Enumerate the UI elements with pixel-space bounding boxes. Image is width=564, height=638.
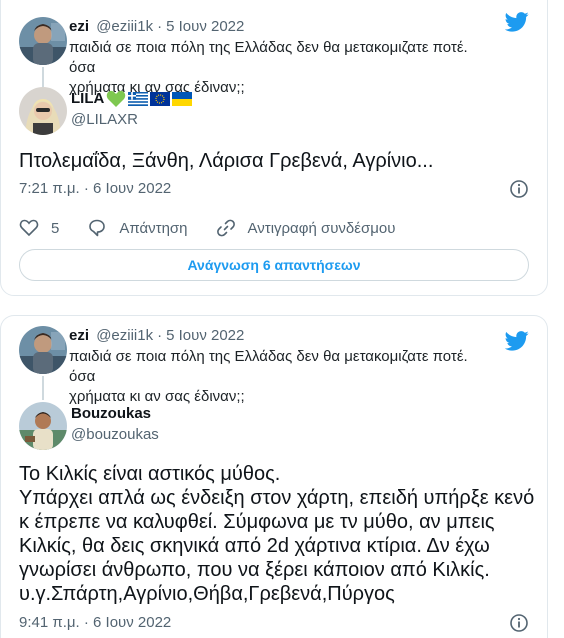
reply-label: Απάντηση xyxy=(119,219,188,237)
tweet-author[interactable]: Bouzoukas @bouzoukas xyxy=(19,402,419,454)
author-name[interactable]: Bouzoukas xyxy=(71,404,151,424)
tweet-text: Πτολεμαΐδα, Ξάνθη, Λάρισα Γρεβενά, Αγρίν… xyxy=(19,149,529,173)
author-handle[interactable]: @LILAXR xyxy=(71,110,192,130)
embedded-tweet-card-lila: ezi @eziii1k · 5 Ιουν 2022 παιδιά σε ποια … xyxy=(0,0,548,296)
quoted-date[interactable]: 5 Ιουν 2022 xyxy=(166,18,244,35)
quoted-author-handle[interactable]: @eziii1k xyxy=(96,327,153,344)
thread-connector-line xyxy=(42,67,44,87)
quoted-author-handle[interactable]: @eziii1k xyxy=(96,18,153,35)
info-icon[interactable] xyxy=(509,613,529,633)
author-handle[interactable]: @bouzoukas xyxy=(71,425,159,445)
tweet-meta: 7:21 π.μ. · 6 Ιουν 2022 xyxy=(19,179,529,199)
copy-link-button[interactable]: Αντιγραφή συνδέσμου xyxy=(216,218,396,238)
embedded-tweet-card-bouzoukas: ezi @eziii1k · 5 Ιουν 2022 παιδιά σε ποια … xyxy=(0,315,548,638)
tweet-text-line: Υπάρχει απλά ως ένδειξη στον χάρτη, επει… xyxy=(19,487,535,509)
separator-dot: · xyxy=(157,327,163,344)
reply-button[interactable]: Απάντηση xyxy=(87,218,188,238)
read-replies-button[interactable]: Ανάγνωση 6 απαντήσεων xyxy=(19,249,529,281)
lila-avatar[interactable] xyxy=(19,87,67,135)
heart-icon xyxy=(19,219,39,237)
tweet-text-line: κ έπρεπε να καλυφθεί. Σύμφωνα με τν μύθο… xyxy=(19,511,495,533)
tweet-text-line: υ.γ.Σπάρτη,Αγρίνιο,Θήβα,Γρεβενά,Πύργος xyxy=(19,583,395,605)
tweet-actions: 5 Απάντηση Αντιγραφή συνδέσμου xyxy=(19,217,529,239)
quoted-tweet[interactable]: ezi @eziii1k · 5 Ιουν 2022 παιδιά σε ποια … xyxy=(19,326,531,405)
like-button[interactable]: 5 xyxy=(19,218,59,238)
info-icon[interactable] xyxy=(509,179,529,199)
reply-bubble-icon xyxy=(89,219,106,237)
tweet-author[interactable]: LILA @LILAXR xyxy=(19,87,419,139)
quoted-tweet-text: παιδιά σε ποια πόλη της Ελλάδας δεν θα μ… xyxy=(69,347,491,407)
author-name[interactable]: LILA xyxy=(71,89,104,109)
tweet-text: Το Κιλκίς είναι αστικός μύθος. Υπάρχει α… xyxy=(19,462,535,606)
tweet-text-line: γνωρίσει άνθρωπο, που να ξέρει κάποιον α… xyxy=(19,559,490,581)
tweet-meta: 9:41 π.μ. · 6 Ιουν 2022 xyxy=(19,613,529,633)
ezi-avatar[interactable] xyxy=(19,17,67,65)
quoted-text-line: παιδιά σε ποια πόλη της Ελλάδας δεν θα μ… xyxy=(69,39,468,76)
quoted-tweet[interactable]: ezi @eziii1k · 5 Ιουν 2022 παιδιά σε ποια … xyxy=(19,17,531,96)
quoted-date[interactable]: 5 Ιουν 2022 xyxy=(166,327,244,344)
quoted-author-name[interactable]: ezi xyxy=(69,18,89,35)
quoted-text-line: παιδιά σε ποια πόλη της Ελλάδας δεν θα μ… xyxy=(69,348,468,385)
greek-flag-icon xyxy=(128,92,149,106)
copy-link-label: Αντιγραφή συνδέσμου xyxy=(247,219,396,237)
tweet-text-line: Κιλκίς, θα δεις σκηνικά από 2d χάρτινα κ… xyxy=(19,535,490,557)
bouzoukas-avatar[interactable] xyxy=(19,402,67,450)
like-count: 5 xyxy=(51,219,60,237)
tweet-timestamp[interactable]: 9:41 π.μ. · 6 Ιουν 2022 xyxy=(19,614,171,631)
quoted-author-name[interactable]: ezi xyxy=(69,327,89,344)
ukraine-flag-icon xyxy=(172,92,193,106)
eu-flag-icon xyxy=(150,92,171,106)
thread-connector-line xyxy=(42,376,44,400)
tweet-text-line: Το Κιλκίς είναι αστικός μύθος. xyxy=(19,463,281,485)
ezi-avatar[interactable] xyxy=(19,326,67,374)
separator-dot: · xyxy=(157,18,163,35)
link-icon xyxy=(216,219,235,237)
tweet-timestamp[interactable]: 7:21 π.μ. · 6 Ιουν 2022 xyxy=(19,180,171,197)
tweet-text-line: Πτολεμαΐδα, Ξάνθη, Λάρισα Γρεβενά, Αγρίν… xyxy=(19,150,434,172)
green-heart-icon xyxy=(107,90,126,107)
